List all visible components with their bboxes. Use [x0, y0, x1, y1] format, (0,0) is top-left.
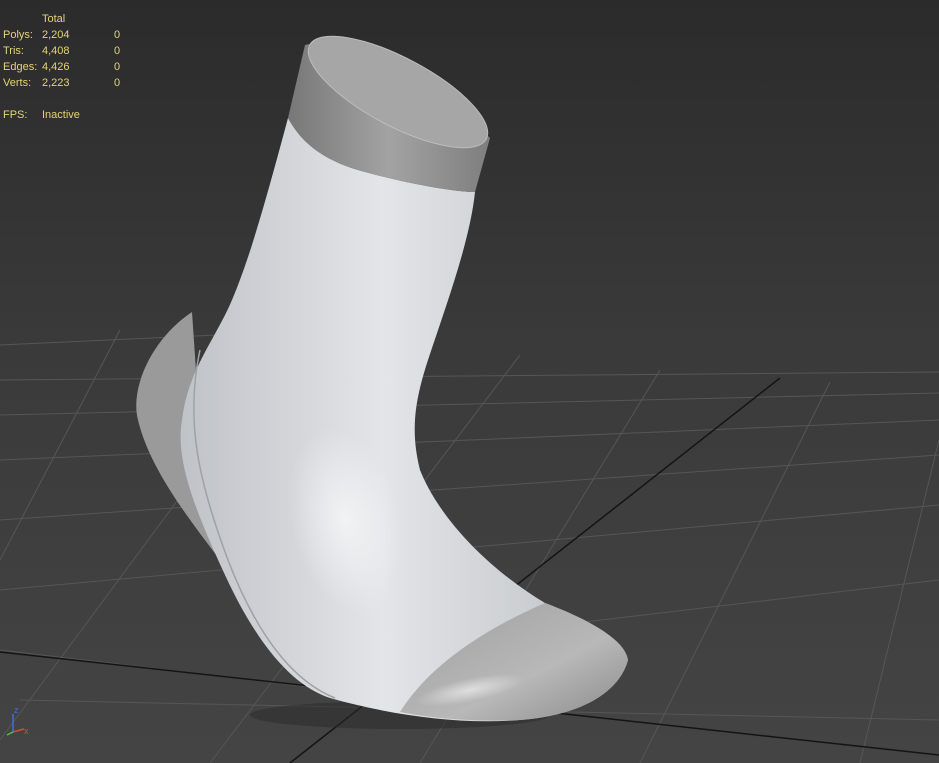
stats-header-row: Total [3, 11, 134, 27]
stats-label: Edges: [3, 61, 38, 73]
stats-total-value: 4,426 [42, 61, 70, 73]
stats-row-fps: FPS: Inactive [3, 107, 134, 123]
stats-row-edges: Edges: 4,426 0 [3, 59, 134, 75]
stats-selected-value: 0 [114, 77, 121, 89]
3d-viewport[interactable]: Total Polys: 2,204 0 Tris: 4,408 0 Edges… [0, 0, 939, 763]
stats-label: Verts: [3, 77, 32, 89]
x-axis-line [12, 728, 25, 733]
sock-model[interactable] [136, 15, 628, 729]
stats-total-value: 4,408 [42, 45, 70, 57]
stats-total-value: 2,204 [42, 29, 70, 41]
stats-row-polys: Polys: 2,204 0 [3, 27, 134, 43]
z-axis-label: z [14, 705, 19, 715]
axis-tripod-icon: z x [6, 705, 29, 736]
fps-label: FPS: [3, 109, 28, 121]
stats-selected-value: 0 [114, 61, 121, 73]
viewport-scene[interactable] [0, 0, 939, 763]
stats-total-value: 2,223 [42, 77, 70, 89]
stats-total-header: Total [42, 13, 66, 25]
stats-label: Tris: [3, 45, 24, 57]
stats-row-tris: Tris: 4,408 0 [3, 43, 134, 59]
fps-value: Inactive [42, 109, 80, 121]
x-axis-label: x [24, 726, 29, 736]
viewport-statistics: Total Polys: 2,204 0 Tris: 4,408 0 Edges… [3, 11, 134, 123]
stats-row-verts: Verts: 2,223 0 [3, 75, 134, 91]
stats-selected-value: 0 [114, 29, 121, 41]
stats-label: Polys: [3, 29, 33, 41]
stats-selected-value: 0 [114, 45, 121, 57]
y-axis-line [6, 731, 14, 736]
